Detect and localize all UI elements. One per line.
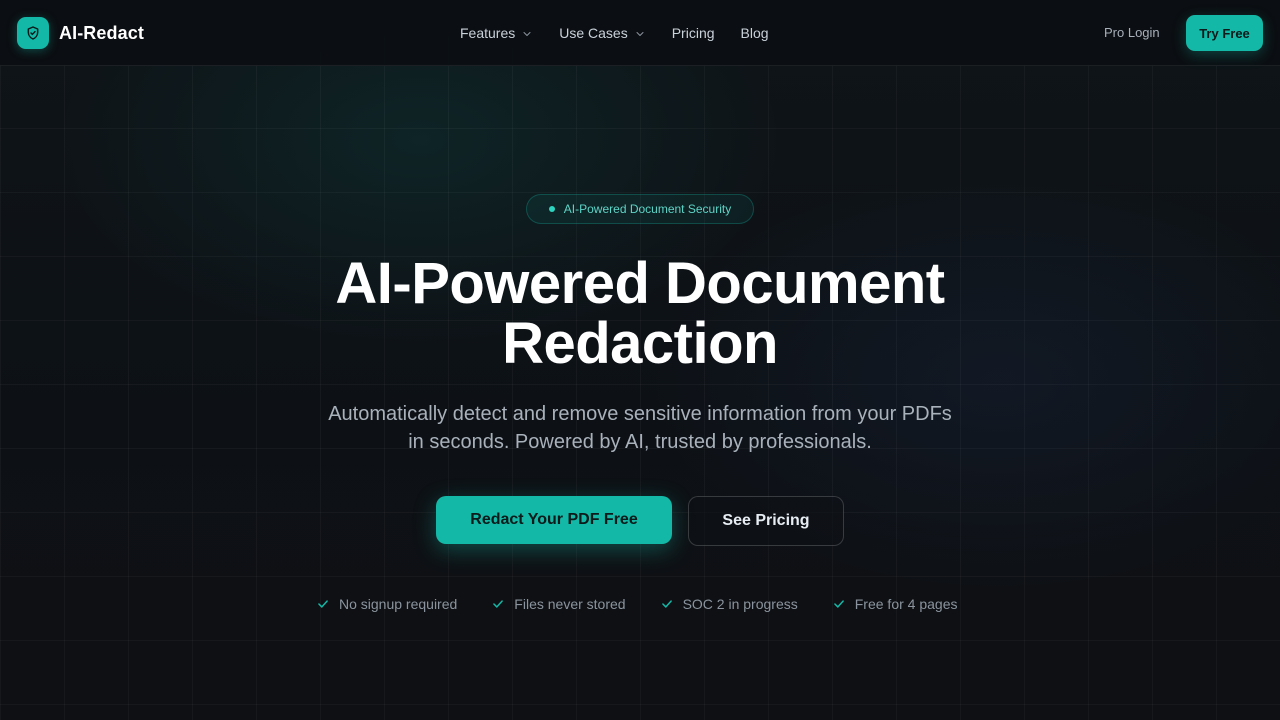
hero-badge: AI-Powered Document Security — [526, 194, 754, 224]
feature-label: Files never stored — [514, 596, 626, 612]
chevron-down-icon — [636, 31, 644, 36]
nav-pricing[interactable]: Pricing — [672, 25, 715, 41]
check-icon — [493, 600, 504, 608]
hero-headline-line2: Redaction — [502, 311, 778, 376]
nav-use-cases[interactable]: Use Cases — [559, 25, 645, 41]
try-free-button[interactable]: Try Free — [1186, 15, 1263, 51]
pro-login-link[interactable]: Pro Login — [1104, 25, 1160, 40]
feature-label: No signup required — [339, 596, 458, 612]
see-pricing-button[interactable]: See Pricing — [688, 496, 844, 546]
nav-pricing-label: Pricing — [671, 25, 715, 41]
feature-label: SOC 2 in progress — [682, 596, 798, 612]
nav-features-label: Features — [460, 25, 516, 41]
hero-subtitle-line2: in seconds. Powered by AI, trusted by pr… — [408, 431, 872, 453]
feature-item: SOC 2 in progress — [660, 596, 798, 612]
nav-blog-label: Blog — [740, 25, 769, 41]
chevron-down-icon — [523, 31, 531, 36]
nav-use-cases-label: Use Cases — [559, 25, 628, 41]
redact-pdf-button[interactable]: Redact Your PDF Free — [436, 496, 672, 544]
nav-blog[interactable]: Blog — [741, 25, 769, 41]
hero-subtitle-line1: Automatically detect and remove sensitiv… — [328, 403, 952, 425]
hero-headline: AI-Powered Document Redaction — [240, 254, 1040, 374]
feature-checklist: No signup required Files never stored SO… — [316, 592, 957, 616]
feature-item: No signup required — [316, 596, 457, 612]
check-icon — [833, 600, 844, 608]
hero-badge-label: AI-Powered Document Security — [563, 202, 732, 216]
hero-headline-line1: AI-Powered Document — [335, 251, 945, 316]
feature-label: Free for 4 pages — [854, 596, 958, 612]
brand-name: AI-Redact — [59, 22, 144, 43]
shield-check-icon — [17, 17, 49, 49]
nav-features[interactable]: Features — [460, 25, 533, 41]
brand-logo[interactable]: AI-Redact — [17, 17, 144, 49]
feature-item: Free for 4 pages — [832, 596, 958, 612]
feature-item: Files never stored — [491, 596, 626, 612]
hero-subtitle: Automatically detect and remove sensitiv… — [290, 400, 990, 456]
dot-icon — [548, 206, 555, 212]
main-menu: Features Use Cases Pricing Blog — [460, 0, 795, 66]
check-icon — [661, 600, 672, 608]
check-icon — [318, 600, 328, 608]
top-nav: AI-Redact Features Use Cases Pricing Blo… — [0, 0, 1280, 66]
